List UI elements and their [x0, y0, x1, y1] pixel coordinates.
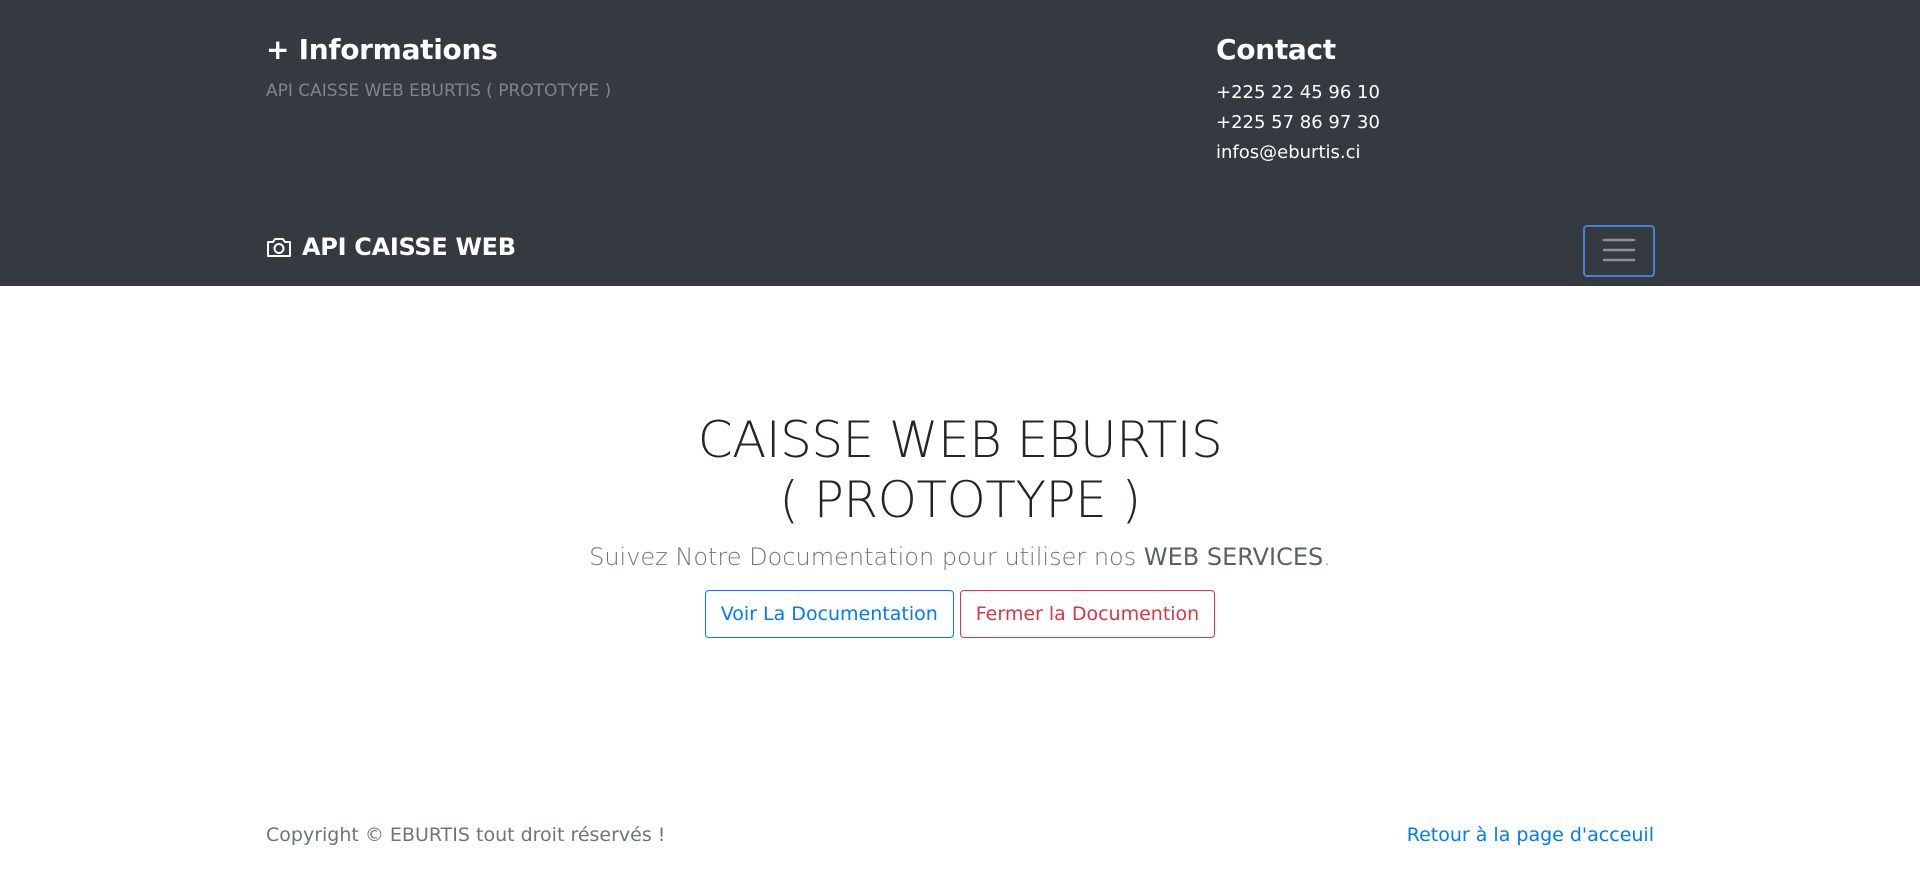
view-documentation-button[interactable]: Voir La Documentation: [704, 590, 954, 638]
close-documentation-button[interactable]: Fermer la Documention: [959, 590, 1216, 638]
back-home-link[interactable]: Retour à la page d'acceuil: [1407, 824, 1654, 846]
contact-phone-1: +225 22 45 96 10: [1216, 82, 1380, 103]
navbar: API CAISSE WEB: [0, 210, 1920, 286]
footer: Copyright © EBURTIS tout droit réservés …: [0, 820, 1920, 856]
contact-heading: Contact: [1216, 33, 1336, 66]
informations-section: + Informations API CAISSE WEB EBURTIS ( …: [266, 30, 611, 104]
navbar-toggler-button[interactable]: [1583, 225, 1655, 277]
top-info-panel: + Informations API CAISSE WEB EBURTIS ( …: [0, 0, 1920, 210]
informations-heading: + Informations: [266, 33, 498, 66]
informations-text: API CAISSE WEB EBURTIS ( PROTOTYPE ): [266, 81, 612, 101]
hero-lead: Suivez Notre Documentation pour utiliser…: [0, 540, 1920, 574]
contact-phone-2: +225 57 86 97 30: [1216, 112, 1380, 133]
camera-icon: [266, 236, 292, 258]
lead-prefix: Suivez Notre Documentation pour utiliser…: [589, 543, 1144, 571]
hero-buttons: Voir La Documentation Fermer la Document…: [0, 590, 1920, 638]
navbar-brand[interactable]: API CAISSE WEB: [266, 233, 516, 261]
lead-suffix: .: [1323, 543, 1331, 571]
hero-title-line2: ( PROTOTYPE ): [779, 471, 1141, 529]
hamburger-menu-icon: [1602, 235, 1636, 268]
contact-list: +225 22 45 96 10 +225 57 86 97 30 infos@…: [1216, 78, 1380, 168]
brand-label: API CAISSE WEB: [302, 233, 516, 261]
hero-title: CAISSE WEB EBURTIS ( PROTOTYPE ): [0, 410, 1920, 530]
contact-section: Contact +225 22 45 96 10 +225 57 86 97 3…: [1216, 30, 1380, 168]
hero-section: CAISSE WEB EBURTIS ( PROTOTYPE ) Suivez …: [0, 286, 1920, 638]
lead-strong: WEB SERVICES: [1143, 543, 1324, 571]
hero-title-line1: CAISSE WEB EBURTIS: [697, 411, 1223, 469]
contact-email: infos@eburtis.ci: [1216, 142, 1361, 163]
copyright-text: Copyright © EBURTIS tout droit réservés …: [266, 824, 666, 846]
